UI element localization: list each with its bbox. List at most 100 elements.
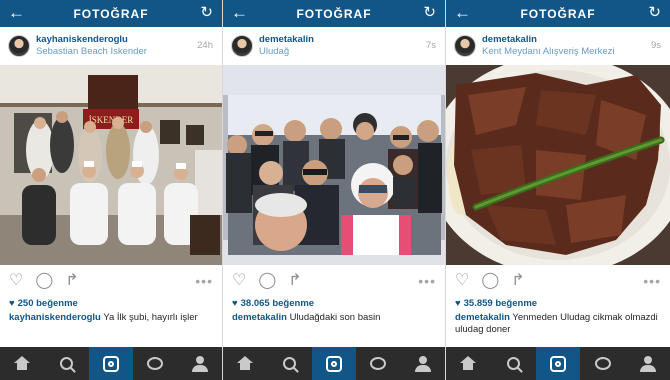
avatar[interactable] [231, 35, 253, 57]
like-count[interactable]: ♥ 35.859 beğenme [446, 296, 670, 310]
more-icon[interactable]: ••• [418, 273, 436, 289]
avatar[interactable] [454, 35, 476, 57]
nav-camera[interactable] [535, 347, 581, 380]
post-location[interactable]: Kent Meydanı Alışveriş Merkezi [482, 46, 615, 58]
screen: ← FOTOĞRAF ↻ kayhaniskenderoglu Sebastia… [0, 0, 670, 380]
top-bar: ← FOTOĞRAF ↻ [446, 0, 670, 27]
top-bar: ← FOTOĞRAF ↻ [0, 0, 222, 27]
nav-activity[interactable] [356, 347, 400, 380]
nav-activity[interactable] [580, 347, 625, 380]
nav-search[interactable] [44, 347, 88, 380]
post-photo[interactable] [223, 65, 445, 265]
post-photo[interactable] [446, 65, 670, 265]
caption: demetakalin Uludağdaki son basin [223, 310, 445, 326]
back-arrow-icon[interactable]: ← [8, 4, 25, 22]
refresh-icon[interactable]: ↻ [648, 4, 661, 22]
activity-icon [594, 357, 611, 370]
nav-camera[interactable] [311, 347, 357, 380]
post-panel-2: ← FOTOĞRAF ↻ demetakalin Uludağ 7s ♡ ◯ ↱… [223, 0, 446, 380]
search-icon [60, 357, 74, 370]
activity-icon [370, 357, 387, 370]
profile-icon [639, 355, 656, 372]
search-icon [283, 357, 297, 370]
caption-username[interactable]: demetakalin [232, 312, 287, 323]
nav-camera[interactable] [88, 347, 134, 380]
post-username[interactable]: kayhaniskenderoglu [36, 34, 147, 46]
post-panel-1: ← FOTOĞRAF ↻ kayhaniskenderoglu Sebastia… [0, 0, 223, 380]
sign-text: İSKENDER [89, 115, 134, 125]
camera-icon [103, 355, 120, 372]
bottom-nav [223, 347, 445, 380]
home-icon [460, 356, 477, 370]
nav-home[interactable] [0, 347, 44, 380]
activity-icon [147, 357, 164, 370]
post-header: kayhaniskenderoglu Sebastian Beach Isken… [0, 27, 222, 65]
post-actions: ♡ ◯ ↱ ••• [0, 265, 222, 296]
post-time: 24h [197, 40, 213, 51]
caption-text: Ya İlk şubi, hayırlı işler [103, 312, 198, 323]
top-bar: ← FOTOĞRAF ↻ [223, 0, 445, 27]
post-username[interactable]: demetakalin [482, 34, 615, 46]
nav-search[interactable] [267, 347, 311, 380]
share-icon[interactable]: ↱ [511, 272, 524, 289]
more-icon[interactable]: ••• [195, 273, 213, 289]
like-count-text: 35.859 beğenme [463, 297, 538, 309]
heart-icon[interactable]: ♡ [232, 272, 246, 289]
nav-activity[interactable] [133, 347, 177, 380]
nav-profile[interactable] [401, 347, 445, 380]
nav-home[interactable] [446, 347, 491, 380]
page-title: FOTOĞRAF [296, 6, 372, 21]
like-count-text: 250 beğenme [17, 297, 78, 309]
heart-small-icon: ♥ [232, 297, 238, 309]
heart-icon[interactable]: ♡ [455, 272, 469, 289]
nav-search[interactable] [491, 347, 536, 380]
heart-small-icon: ♥ [9, 297, 15, 309]
post-location[interactable]: Uludağ [259, 46, 314, 58]
post-actions: ♡ ◯ ↱ ••• [446, 265, 670, 296]
like-count-text: 38.065 beğenme [240, 297, 315, 309]
refresh-icon[interactable]: ↻ [200, 4, 213, 22]
share-icon[interactable]: ↱ [288, 272, 301, 289]
more-icon[interactable]: ••• [643, 273, 661, 289]
caption-username[interactable]: demetakalin [455, 312, 510, 323]
comment-icon[interactable]: ◯ [481, 272, 499, 289]
post-actions: ♡ ◯ ↱ ••• [223, 265, 445, 296]
home-icon [14, 356, 31, 370]
bottom-nav [0, 347, 222, 380]
back-arrow-icon[interactable]: ← [454, 4, 471, 22]
share-icon[interactable]: ↱ [65, 272, 78, 289]
nav-home[interactable] [223, 347, 267, 380]
heart-icon[interactable]: ♡ [9, 272, 23, 289]
refresh-icon[interactable]: ↻ [423, 4, 436, 22]
heart-small-icon: ♥ [455, 297, 461, 309]
like-count[interactable]: ♥ 38.065 beğenme [223, 296, 445, 310]
post-time: 9s [650, 40, 661, 51]
comment-icon[interactable]: ◯ [258, 272, 276, 289]
camera-icon [549, 355, 566, 372]
nav-profile[interactable] [178, 347, 222, 380]
back-arrow-icon[interactable]: ← [231, 4, 248, 22]
nav-profile[interactable] [625, 347, 670, 380]
post-header: demetakalin Uludağ 7s [223, 27, 445, 65]
profile-icon [191, 355, 208, 372]
camera-icon [326, 355, 343, 372]
profile-icon [414, 355, 431, 372]
post-header: demetakalin Kent Meydanı Alışveriş Merke… [446, 27, 670, 65]
post-username[interactable]: demetakalin [259, 34, 314, 46]
post-panel-3: ← FOTOĞRAF ↻ demetakalin Kent Meydanı Al… [446, 0, 670, 380]
post-time: 7s [425, 40, 436, 51]
bottom-nav [446, 347, 670, 380]
caption-text: Uludağdaki son basin [289, 312, 381, 323]
search-icon [506, 357, 520, 370]
avatar[interactable] [8, 35, 30, 57]
caption-username[interactable]: kayhaniskenderoglu [9, 312, 101, 323]
post-photo[interactable]: İSKENDER [0, 65, 222, 265]
caption: kayhaniskenderoglu Ya İlk şubi, hayırlı … [0, 310, 222, 326]
page-title: FOTOĞRAF [520, 6, 596, 21]
like-count[interactable]: ♥ 250 beğenme [0, 296, 222, 310]
post-location[interactable]: Sebastian Beach Iskender [36, 46, 147, 58]
caption: demetakalin Yenmeden Uludag cikmak olmaz… [446, 310, 670, 338]
comment-icon[interactable]: ◯ [35, 272, 53, 289]
home-icon [237, 356, 254, 370]
page-title: FOTOĞRAF [73, 6, 149, 21]
